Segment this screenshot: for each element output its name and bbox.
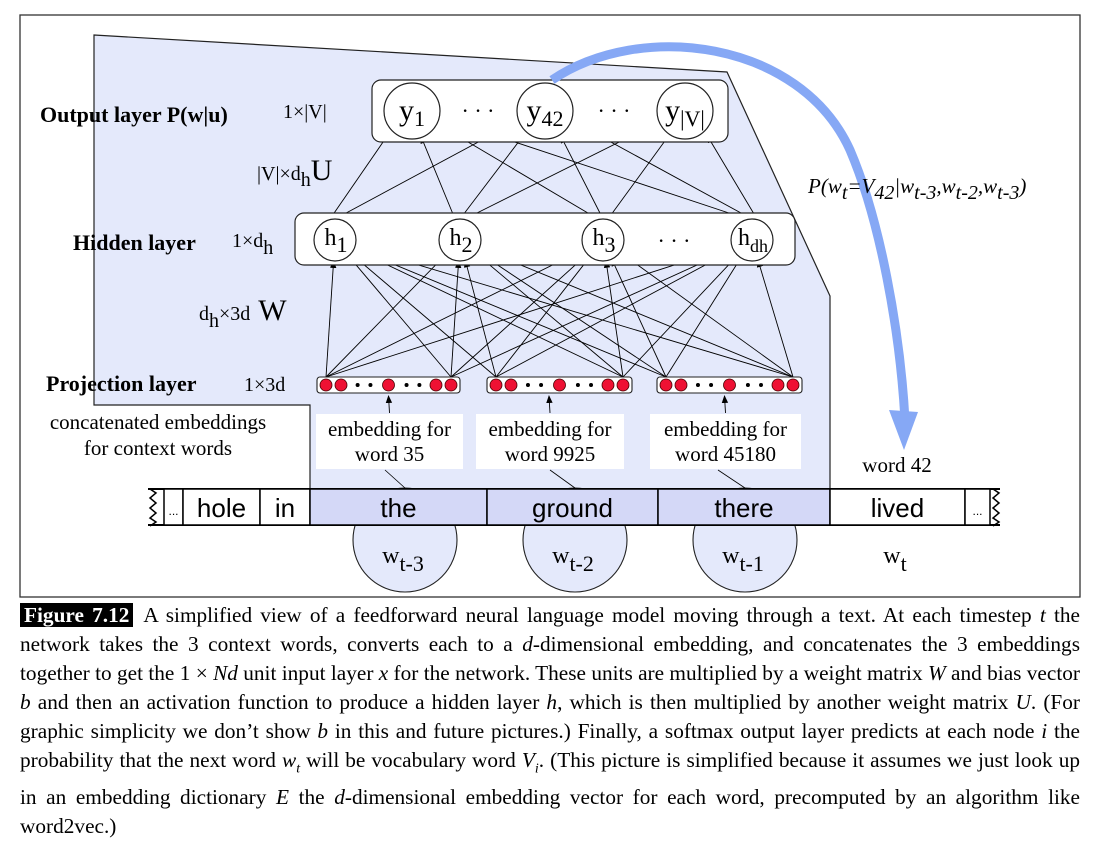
strip-word: ground: [532, 493, 613, 523]
embedding-unit: [429, 378, 443, 392]
caption-text: A simplified view of a feedforward neura…: [20, 603, 1081, 839]
embedding-vector-3: [656, 376, 803, 394]
figure-caption: Figure 7.12 A simplified view of a feedfo…: [20, 601, 1080, 841]
output-ellipsis: · · ·: [462, 98, 495, 123]
embedding-vector-2: [486, 376, 633, 394]
embedding-unit: [504, 378, 518, 392]
concat-note-line2: for context words: [84, 436, 232, 460]
ellipsis-dot: [368, 383, 373, 387]
strip-word: ...: [168, 504, 178, 518]
concat-note-line1: concatenated embeddings: [50, 410, 266, 434]
strip-word: in: [275, 493, 295, 523]
ellipsis-dot: [745, 383, 750, 387]
embedding-label-line2: word 35: [355, 442, 424, 466]
hidden-ellipsis: · · ·: [658, 228, 691, 253]
ellipsis-dot: [695, 383, 700, 387]
strip-word: hole: [197, 493, 246, 523]
projection-layer-label: Projection layer: [46, 371, 197, 396]
embedding-label-line1: embedding for: [664, 417, 787, 441]
ellipsis-dot: [575, 383, 580, 387]
ellipsis-dot: [539, 383, 544, 387]
ellipsis-dot: [589, 383, 594, 387]
embedding-label-line1: embedding for: [488, 417, 611, 441]
embedding-unit: [553, 378, 566, 392]
embedding-unit: [723, 378, 736, 392]
embedding-vector-1: [316, 376, 461, 394]
embedding-unit: [786, 378, 800, 392]
hidden-layer-box: [294, 212, 796, 266]
ellipsis-dot: [355, 383, 360, 387]
output-ellipsis: · · ·: [598, 98, 631, 123]
strip-word: the: [380, 493, 416, 523]
strip-word: lived: [871, 493, 924, 523]
embedding-label-line2: word 9925: [505, 442, 595, 466]
figure-tag: Figure 7.12: [20, 603, 134, 627]
embedding-unit: [334, 378, 348, 392]
ellipsis-dot: [759, 383, 764, 387]
embedding-unit: [489, 378, 503, 392]
hidden-layer-label: Hidden layer: [73, 230, 196, 255]
ellipsis-dot: [709, 383, 714, 387]
embedding-unit: [771, 378, 785, 392]
strip-word: there: [714, 493, 773, 523]
embedding-unit: [674, 378, 688, 392]
neural-lm-diagram: ... hole in the ground there lived... y1 y42 y|V…: [19, 14, 1081, 598]
output-layer-dim: 1×|V|: [283, 101, 327, 123]
ellipsis-dot: [525, 383, 530, 387]
projection-layer-dim: 1×3d: [244, 374, 285, 396]
embedding-label-line2: word 45180: [675, 442, 776, 466]
embedding-unit: [659, 378, 673, 392]
output-layer-label: Output layer P(w|u): [40, 102, 228, 127]
embedding-unit: [601, 378, 615, 392]
strip-word: ...: [972, 504, 982, 518]
embedding-unit: [382, 378, 395, 392]
embedding-unit: [319, 378, 333, 392]
embedding-label-line1: embedding for: [328, 417, 451, 441]
target-word-label: word 42: [862, 453, 931, 477]
ellipsis-dot: [417, 383, 422, 387]
embedding-unit: [444, 378, 458, 392]
embedding-unit: [616, 378, 630, 392]
ellipsis-dot: [404, 383, 409, 387]
